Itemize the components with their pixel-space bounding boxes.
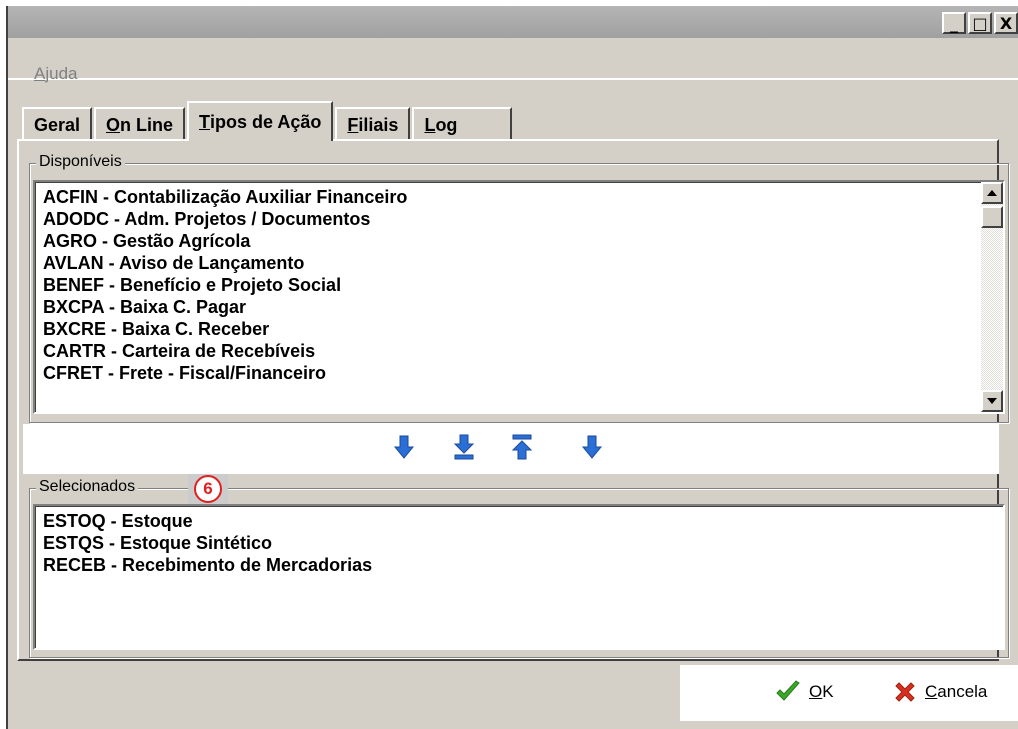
available-group-title: Disponíveis [36, 153, 125, 171]
list-item[interactable]: ACFIN - Contabilização Auxiliar Financei… [35, 186, 1003, 208]
tab-geral[interactable]: Geral [22, 107, 93, 141]
move-all-down-button[interactable] [452, 432, 476, 462]
list-item[interactable]: ESTQS - Estoque Sintético [35, 532, 1003, 554]
scroll-up-button[interactable] [981, 182, 1003, 204]
arrow-down-icon [393, 435, 415, 459]
move-up-button[interactable] [580, 432, 604, 462]
close-button[interactable]: X [994, 12, 1018, 34]
tab-log[interactable]: Log [412, 107, 513, 141]
arrow-down-bar-icon [453, 434, 475, 460]
ok-button[interactable]: OK [775, 680, 834, 704]
scroll-down-button[interactable] [981, 390, 1003, 412]
list-item[interactable]: CARTR - Carteira de Recebíveis [35, 340, 1003, 362]
list-item[interactable]: BXCPA - Baixa C. Pagar [35, 296, 1003, 318]
step-number: 6 [194, 475, 222, 503]
tab-filiais[interactable]: Filiais [335, 107, 411, 141]
move-down-button[interactable] [392, 432, 416, 462]
tab-strip: Geral On Line Tipos de Ação Filiais Log [22, 101, 514, 141]
selected-listbox[interactable]: ESTOQ - Estoque ESTQS - Estoque Sintétic… [33, 504, 1005, 650]
selected-group-title: Selecionados [36, 478, 139, 496]
list-item[interactable]: BXCRE - Baixa C. Receber [35, 318, 1003, 340]
checkmark-icon [776, 680, 800, 701]
list-item[interactable]: AGRO - Gestão Agrícola [35, 230, 1003, 252]
step-badge: 6 [188, 474, 228, 504]
list-item[interactable]: BENEF - Benefício e Projeto Social [35, 274, 1003, 296]
available-listbox[interactable]: ACFIN - Contabilização Auxiliar Financei… [33, 180, 1005, 414]
vertical-scrollbar[interactable] [981, 182, 1003, 412]
window-controls: _ □ X [942, 12, 1018, 34]
list-item[interactable]: AVLAN - Aviso de Lançamento [35, 252, 1003, 274]
tab-tipos-de-acao[interactable]: Tipos de Ação [187, 101, 334, 141]
caret-down-icon [987, 398, 997, 404]
menu-item-ajuda[interactable]: Ajuda [34, 64, 77, 84]
minimize-button[interactable]: _ [942, 12, 966, 34]
title-bar[interactable]: _ □ X [8, 6, 1018, 38]
arrow-down-icon [581, 435, 603, 459]
maximize-button[interactable]: □ [968, 12, 992, 34]
list-item[interactable]: ADODC - Adm. Projetos / Documentos [35, 208, 1003, 230]
scroll-thumb[interactable] [981, 206, 1003, 228]
list-item[interactable]: ESTOQ - Estoque [35, 510, 1003, 532]
x-icon [895, 682, 915, 702]
caret-up-icon [987, 190, 997, 196]
list-item[interactable]: RECEB - Recebimento de Mercadorias [35, 554, 1003, 576]
menu-bar: Ajuda [8, 38, 1018, 83]
tab-on-line[interactable]: On Line [94, 107, 186, 141]
list-item[interactable]: CFRET - Frete - Fiscal/Financeiro [35, 362, 1003, 384]
cancel-button[interactable]: Cancela [893, 680, 987, 704]
arrow-up-bar-icon [511, 434, 533, 460]
move-all-up-button[interactable] [510, 432, 534, 462]
